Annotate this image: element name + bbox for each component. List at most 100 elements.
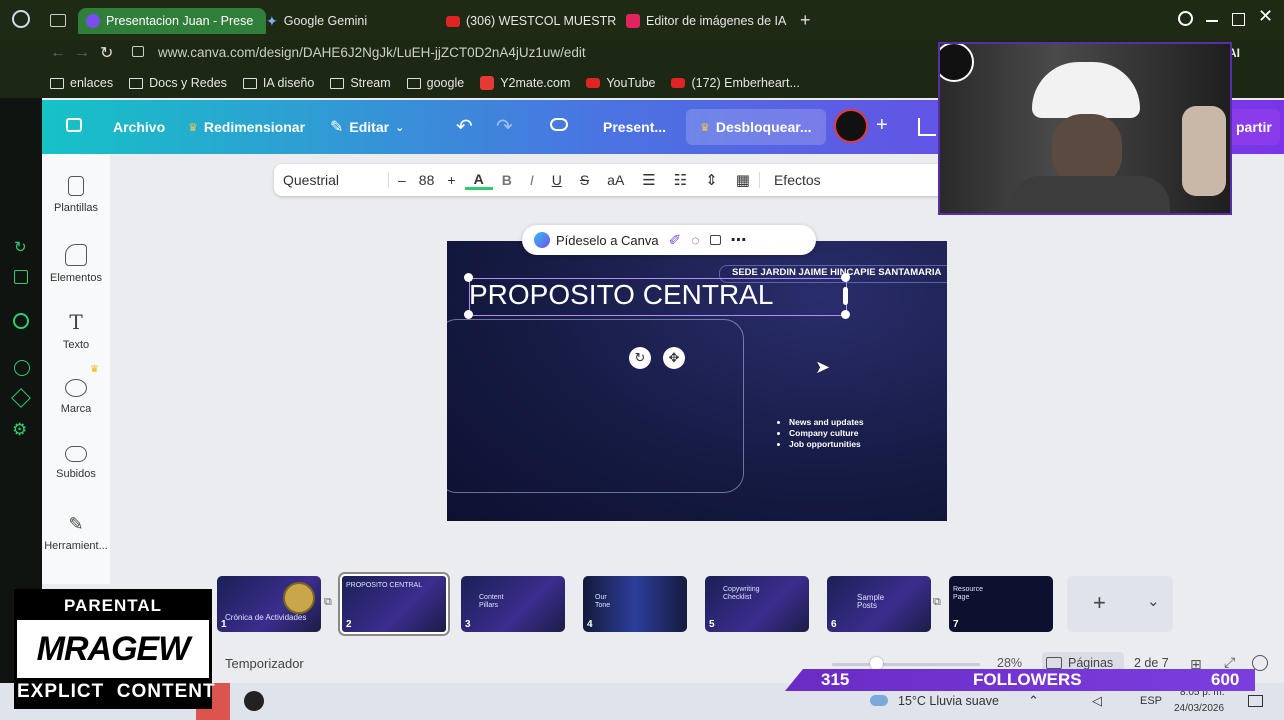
settings-gear-icon[interactable]: ⚙ <box>12 420 27 440</box>
whatsapp-icon[interactable] <box>13 313 29 329</box>
bookmark-stream[interactable]: Stream <box>330 76 391 90</box>
avatar[interactable] <box>834 109 868 143</box>
analytics-icon[interactable] <box>918 118 936 136</box>
back-icon[interactable]: ← <box>50 44 66 62</box>
sidebar-item-herramientas[interactable]: ✎ Herramient... <box>42 514 110 552</box>
align-icon[interactable]: ☰ <box>633 171 664 189</box>
cube-icon[interactable] <box>11 388 31 408</box>
zoom-level[interactable]: 28% <box>997 656 1022 670</box>
bookmark-google[interactable]: google <box>406 76 464 90</box>
lock-icon[interactable] <box>709 235 721 245</box>
page-thumbnail-selected[interactable]: PROPOSITO CENTRAL 2 <box>340 574 448 634</box>
new-tab-icon[interactable]: + <box>800 10 811 31</box>
bookmark-docs-redes[interactable]: Docs y Redes <box>129 76 227 90</box>
add-page-button[interactable]: + ⌄ <box>1067 576 1173 632</box>
slide-canvas[interactable]: SEDE JARDIN JAIME HINCAPIE SANTAMARIA PR… <box>447 241 947 521</box>
zoom-slider[interactable] <box>832 663 980 666</box>
speaker-icon[interactable]: ◁ <box>1092 693 1102 709</box>
font-family-select[interactable]: Questrial <box>274 172 389 188</box>
transition-icon[interactable]: ⧉ <box>933 596 941 609</box>
desbloquear-button[interactable]: ♛ Desbloquear... <box>686 109 826 145</box>
slide-bullet-list[interactable]: News and updates Company culture Job opp… <box>777 417 864 450</box>
bold-button[interactable]: B <box>493 172 521 188</box>
home-icon[interactable] <box>66 118 82 132</box>
page-thumbnail[interactable]: Content Pillars 3 <box>461 576 565 632</box>
comment-icon[interactable]: ◌ <box>691 232 699 248</box>
help-icon[interactable] <box>1252 655 1268 671</box>
sidebar-item-subidos[interactable]: Subidos <box>42 446 110 480</box>
redimensionar-button[interactable]: ♛ Redimensionar <box>188 100 305 154</box>
tab-gemini[interactable]: ✦ Google Gemini <box>258 8 444 34</box>
bookmark-enlaces[interactable]: enlaces <box>50 76 113 90</box>
zoom-slider-thumb[interactable] <box>870 657 883 670</box>
minimize-icon[interactable] <box>1206 20 1218 22</box>
list-icon[interactable]: ☷ <box>665 171 696 189</box>
font-size-input[interactable]: 88 <box>415 172 439 188</box>
reload-icon[interactable]: ↻ <box>100 43 113 63</box>
sidebar-item-texto[interactable]: T Texto <box>42 311 110 351</box>
magic-wand-icon[interactable]: ✐ <box>669 231 682 249</box>
obs-record-icon[interactable] <box>244 691 264 711</box>
bookmark-y2mate[interactable]: Y2mate.com <box>480 76 570 90</box>
tray-chevron-icon[interactable]: ⌃ <box>1028 693 1039 709</box>
resize-handle[interactable] <box>841 273 850 282</box>
search-icon[interactable] <box>1178 11 1193 26</box>
bookmark-youtube[interactable]: YouTube <box>586 76 655 90</box>
font-size-increase[interactable]: + <box>438 172 464 188</box>
page-thumbnail[interactable]: Sample Posts 6 <box>827 576 931 632</box>
underline-button[interactable]: U <box>543 172 571 188</box>
archivo-menu[interactable]: Archivo <box>113 100 165 154</box>
clock-date[interactable]: 24/03/2026 <box>1174 703 1224 714</box>
page-thumbnail[interactable]: Crónica de Actividades 1 <box>217 576 321 632</box>
move-icon[interactable]: ✥ <box>663 347 685 369</box>
editar-menu[interactable]: ✎ Editar ⌄ <box>330 100 404 154</box>
efectos-button[interactable]: Efectos <box>758 172 830 188</box>
bookmark-emberheart[interactable]: (172) Emberheart... <box>671 76 800 90</box>
page-thumbnail[interactable]: Resource Page 7 <box>949 576 1053 632</box>
rotate-icon[interactable]: ↻ <box>629 347 651 369</box>
page-thumbnail[interactable]: Our Tone 4 <box>583 576 687 632</box>
language-indicator[interactable]: ESP <box>1140 695 1162 707</box>
slide-title[interactable]: PROPOSITO CENTRAL <box>469 279 773 311</box>
resize-handle[interactable] <box>841 310 850 319</box>
extension-icon[interactable] <box>14 270 28 284</box>
italic-button[interactable]: I <box>521 172 543 188</box>
text-color-button[interactable]: A <box>464 171 493 190</box>
bookmark-ia-diseno[interactable]: IA diseño <box>242 76 314 90</box>
sidebar-item-marca[interactable]: Marca <box>42 379 110 415</box>
timer-button[interactable]: Temporizador <box>225 656 304 671</box>
tab-canva[interactable]: Presentacion Juan - Prese <box>78 8 266 34</box>
resize-handle[interactable] <box>464 310 473 319</box>
fullscreen-icon[interactable]: ⤢ <box>1224 654 1235 671</box>
font-size-decrease[interactable]: – <box>389 172 415 188</box>
sidebar-item-elementos[interactable]: Elementos <box>42 244 110 284</box>
spacing-icon[interactable]: ⇕ <box>696 171 727 189</box>
resize-handle[interactable] <box>464 273 473 282</box>
tab-youtube-westcol[interactable]: (306) WESTCOL MUESTR <box>438 8 624 34</box>
tab-switch-icon[interactable] <box>50 14 66 27</box>
transparency-icon[interactable]: ▦ <box>727 171 759 189</box>
ask-canva-button[interactable]: Pídeselo a Canva <box>556 233 659 248</box>
forward-icon[interactable]: → <box>74 44 90 62</box>
weather-text[interactable]: 15°C Lluvia suave <box>898 694 999 708</box>
strikethrough-button[interactable]: S <box>571 172 598 188</box>
letter-case-button[interactable]: aA <box>598 172 633 188</box>
cloud-saved-icon[interactable] <box>550 118 568 131</box>
content-placeholder-box[interactable] <box>447 319 744 493</box>
history-icon[interactable] <box>14 360 30 376</box>
opera-logo-icon[interactable] <box>12 10 30 28</box>
tab-editor-ia[interactable]: Editor de imágenes de IA <box>618 8 806 34</box>
notifications-icon[interactable] <box>1248 695 1263 707</box>
redo-icon[interactable]: ↷ <box>496 114 513 139</box>
refresh-app-icon[interactable]: ↻ <box>14 238 27 256</box>
page-thumbnail[interactable]: Copywriting Checklist 5 <box>705 576 809 632</box>
undo-icon[interactable]: ↶ <box>456 114 473 139</box>
maximize-icon[interactable] <box>1232 13 1245 26</box>
add-collaborator-icon[interactable]: + <box>876 114 888 137</box>
more-options-icon[interactable]: ⋯ <box>731 230 747 250</box>
sidebar-item-plantillas[interactable]: Plantillas <box>42 176 110 214</box>
present-button[interactable]: Present... <box>603 100 666 154</box>
close-icon[interactable]: ✕ <box>1258 6 1273 27</box>
side-resize-handle[interactable] <box>843 287 848 305</box>
transition-icon[interactable]: ⧉ <box>324 596 332 609</box>
